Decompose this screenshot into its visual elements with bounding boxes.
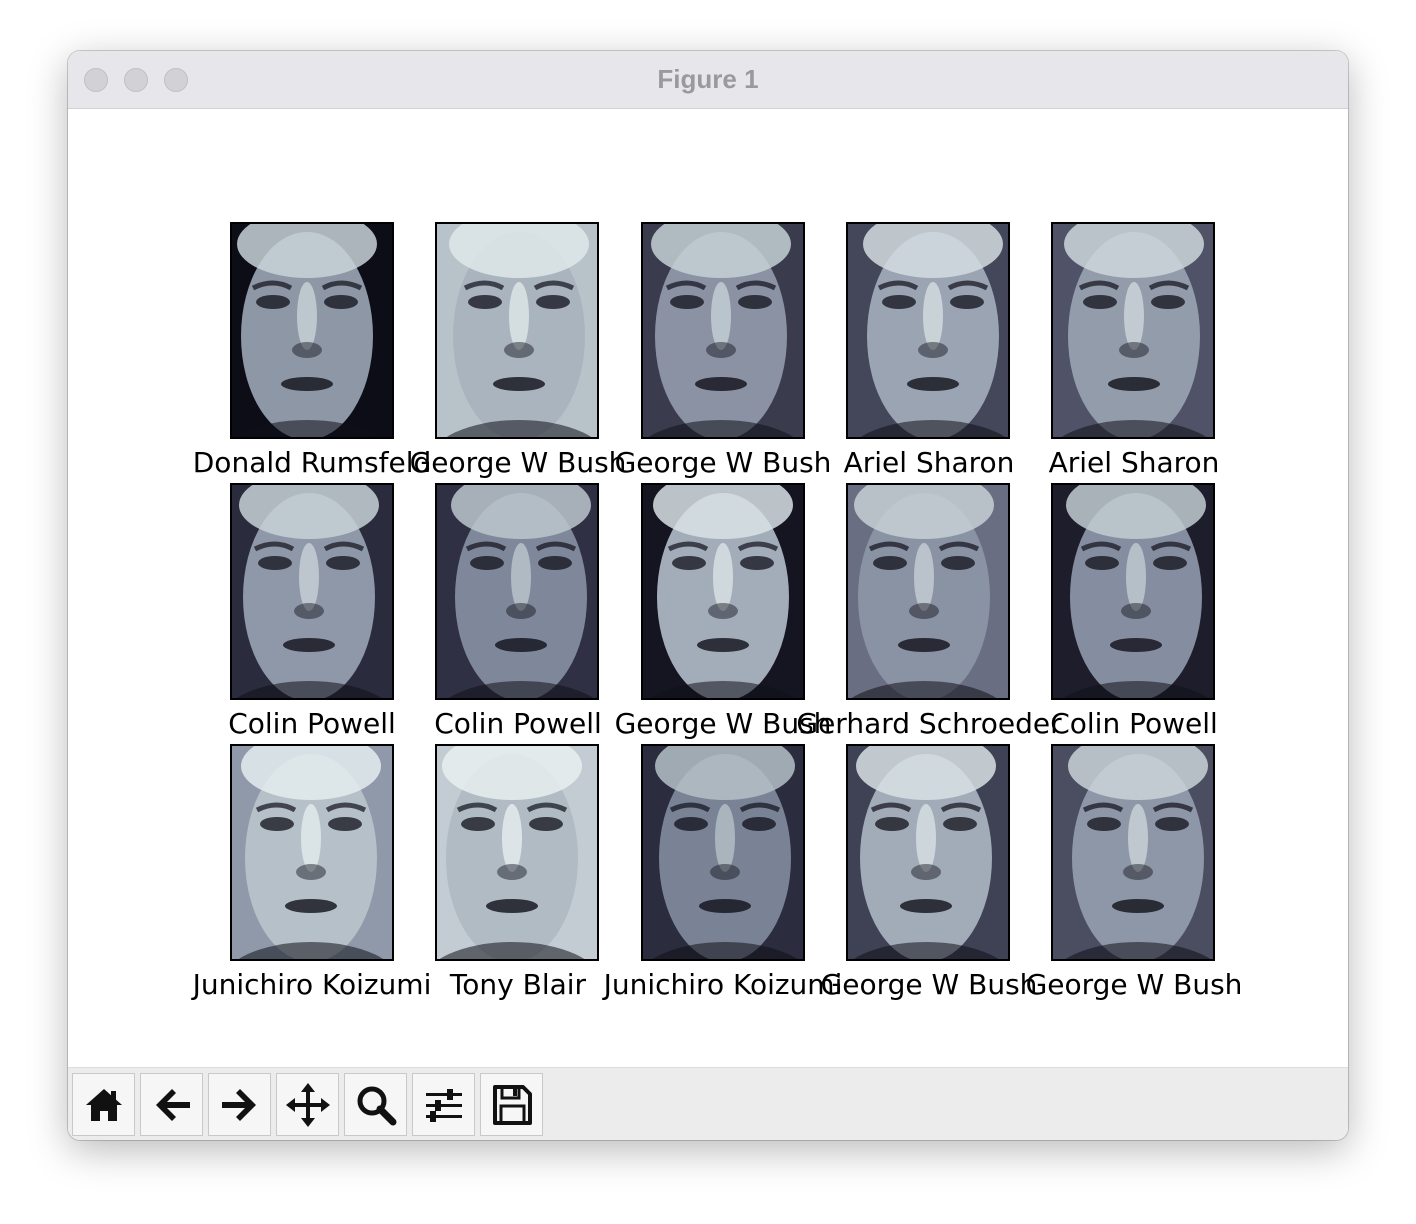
face-image xyxy=(641,222,805,439)
face-thumbnail xyxy=(1053,485,1213,698)
face-image xyxy=(435,744,599,961)
face-image xyxy=(1051,222,1215,439)
face-image xyxy=(230,744,394,961)
face-thumbnail xyxy=(643,224,803,437)
face-thumbnail xyxy=(848,746,1008,959)
pan-button[interactable] xyxy=(276,1073,339,1136)
face-thumbnail xyxy=(643,485,803,698)
window-title: Figure 1 xyxy=(657,64,759,94)
face-image xyxy=(641,744,805,961)
face-thumbnail xyxy=(1053,224,1213,437)
face-image xyxy=(846,483,1010,700)
face-image xyxy=(230,483,394,700)
navigation-toolbar xyxy=(68,1067,1348,1140)
title-bar[interactable]: Figure 1 xyxy=(68,51,1348,109)
figure-canvas[interactable]: Donald Rumsfeld George W Bush George W B… xyxy=(68,109,1348,1067)
face-image xyxy=(1051,483,1215,700)
home-button[interactable] xyxy=(72,1073,135,1136)
face-thumbnail xyxy=(232,224,392,437)
face-image xyxy=(435,222,599,439)
face-image xyxy=(230,222,394,439)
home-icon xyxy=(85,1088,122,1121)
forward-arrow-icon xyxy=(221,1088,256,1121)
save-button[interactable] xyxy=(480,1073,543,1136)
face-thumbnail xyxy=(232,746,392,959)
forward-button[interactable] xyxy=(208,1073,271,1136)
face-thumbnail xyxy=(1053,746,1213,959)
face-label: Colin Powell xyxy=(1050,707,1218,740)
face-image xyxy=(1051,744,1215,961)
pan-move-icon xyxy=(285,1082,330,1127)
configure-subplots-button[interactable] xyxy=(412,1073,475,1136)
face-image xyxy=(846,744,1010,961)
face-thumbnail xyxy=(848,224,1008,437)
face-thumbnail xyxy=(437,224,597,437)
face-thumbnail xyxy=(848,485,1008,698)
back-button[interactable] xyxy=(140,1073,203,1136)
face-label: Ariel Sharon xyxy=(1048,446,1220,479)
save-floppy-icon xyxy=(492,1084,532,1125)
face-thumbnail xyxy=(437,485,597,698)
face-image xyxy=(641,483,805,700)
face-image xyxy=(435,483,599,700)
zoom-magnifier-icon xyxy=(357,1086,396,1125)
face-thumbnail xyxy=(643,746,803,959)
face-image xyxy=(846,222,1010,439)
zoom-button[interactable] xyxy=(344,1073,407,1136)
face-thumbnail xyxy=(232,485,392,698)
back-arrow-icon xyxy=(155,1088,190,1121)
configure-subplots-icon xyxy=(425,1088,462,1122)
figure-window: Figure 1 Donald Rumsfeld George W Bush G… xyxy=(68,51,1348,1140)
face-label: George W Bush xyxy=(1025,968,1243,1001)
face-thumbnail xyxy=(437,746,597,959)
